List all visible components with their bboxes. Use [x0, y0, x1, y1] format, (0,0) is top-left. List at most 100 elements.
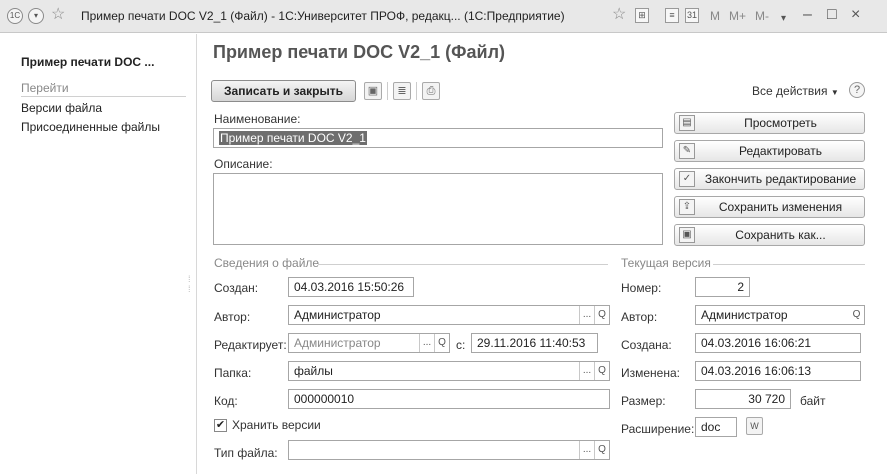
maximize-icon[interactable]: □ — [827, 5, 837, 25]
print-icon[interactable]: ⎙ — [422, 82, 440, 100]
current-version-section-line — [713, 264, 865, 265]
memory-plus-button[interactable]: M+ — [729, 9, 746, 23]
code-label: Код: — [214, 394, 238, 408]
save-changes-button[interactable]: ⇪ Сохранить изменения — [674, 196, 865, 218]
editing-field[interactable]: Администратор ... Q — [288, 333, 450, 353]
description-field[interactable] — [213, 173, 663, 245]
sidebar-goto-heading: Перейти — [21, 81, 69, 95]
toolbar-separator — [416, 82, 417, 100]
file-info-section-title: Сведения о файле — [214, 256, 320, 270]
all-actions-menu[interactable]: Все действия ▼ — [752, 84, 839, 98]
sidebar-item-file-versions[interactable]: Версии файла — [21, 101, 102, 115]
sidebar-item-attached-files[interactable]: Присоединенные файлы — [21, 120, 160, 134]
view-button[interactable]: ▤ Просмотреть — [674, 112, 865, 134]
window-title: Пример печати DOC V2_1 (Файл) - 1С:Униве… — [81, 9, 565, 23]
save-icon[interactable]: ▣ — [364, 82, 382, 100]
search-icon[interactable]: Q — [594, 441, 609, 459]
save-changes-label: Сохранить изменения — [718, 200, 843, 214]
calculator-icon[interactable]: ≡ — [665, 8, 679, 23]
sidebar-title: Пример печати DOC ... — [21, 55, 155, 69]
created-field[interactable]: 04.03.2016 15:50:26 — [288, 277, 414, 297]
version-created-field[interactable]: 04.03.2016 16:06:21 — [695, 333, 861, 353]
finish-editing-button[interactable]: ✓ Закончить редактирование — [674, 168, 865, 190]
version-created-label: Создана: — [621, 338, 672, 352]
version-author-field[interactable]: Администратор Q — [695, 305, 865, 325]
search-icon[interactable]: Q — [594, 362, 609, 380]
version-created-value: 04.03.2016 16:06:21 — [701, 336, 812, 350]
finish-edit-icon: ✓ — [679, 171, 695, 187]
code-value: 000000010 — [294, 392, 355, 406]
save-changes-icon: ⇪ — [679, 199, 695, 215]
size-label: Размер: — [621, 394, 666, 408]
save-as-icon: ▣ — [679, 227, 695, 243]
version-changed-value: 04.03.2016 16:06:13 — [701, 364, 812, 378]
size-unit: байт — [800, 394, 826, 408]
sidebar-divider — [21, 96, 186, 97]
version-author-value: Администратор — [701, 308, 788, 322]
extension-label: Расширение: — [621, 422, 695, 436]
minimize-icon[interactable]: – — [803, 5, 812, 25]
save-as-button[interactable]: ▣ Сохранить как... — [674, 224, 865, 246]
help-icon[interactable]: ? — [849, 82, 865, 98]
select-ellipsis-icon[interactable]: ... — [579, 362, 594, 380]
code-field[interactable]: 000000010 — [288, 389, 610, 409]
view-file-icon: ▤ — [679, 115, 695, 131]
current-version-section-title: Текущая версия — [621, 256, 711, 270]
search-icon[interactable]: Q — [849, 306, 864, 324]
calendar-icon[interactable]: 31 — [685, 8, 699, 23]
extension-field[interactable]: doc — [695, 417, 737, 437]
memory-minus-button[interactable]: M- — [755, 9, 769, 23]
document-icon[interactable]: ≣ — [393, 82, 411, 100]
edit-button-label: Редактировать — [739, 144, 822, 158]
keep-versions-checkbox[interactable]: ✔ — [214, 419, 227, 432]
name-value: Пример печати DOC V2_1 — [219, 131, 367, 145]
select-ellipsis-icon[interactable]: ... — [579, 306, 594, 324]
chevron-down-icon[interactable]: ▾ — [781, 9, 786, 29]
editing-label: Редактирует: — [214, 338, 287, 352]
window-menu-icon[interactable]: ▾ — [28, 8, 44, 24]
view-button-label: Просмотреть — [744, 116, 817, 130]
version-changed-field[interactable]: 04.03.2016 16:06:13 — [695, 361, 861, 381]
version-changed-label: Изменена: — [621, 366, 680, 380]
sidebar-resize-handle[interactable]: ⁞ ⁞ — [188, 274, 191, 294]
version-author-label: Автор: — [621, 310, 658, 324]
folder-label: Папка: — [214, 366, 252, 380]
save-as-label: Сохранить как... — [735, 228, 826, 242]
folder-field[interactable]: файлы ... Q — [288, 361, 610, 381]
name-field[interactable]: Пример печати DOC V2_1 — [213, 128, 663, 148]
since-value: 29.11.2016 11:40:53 — [477, 336, 586, 350]
size-field[interactable]: 30 720 — [695, 389, 791, 409]
save-and-close-button[interactable]: Записать и закрыть — [211, 80, 356, 102]
close-icon[interactable]: × — [851, 5, 860, 25]
toolbar-separator — [387, 82, 388, 100]
since-label: с: — [456, 338, 466, 352]
extension-value: doc — [701, 420, 721, 434]
since-field[interactable]: 29.11.2016 11:40:53 — [471, 333, 598, 353]
select-ellipsis-icon[interactable]: ... — [579, 441, 594, 459]
sidebar: Пример печати DOC ... Перейти Версии фай… — [0, 34, 197, 474]
description-label: Описание: — [214, 157, 273, 171]
author-field[interactable]: Администратор ... Q — [288, 305, 610, 325]
search-icon[interactable]: Q — [594, 306, 609, 324]
name-label: Наименование: — [214, 112, 301, 126]
add-favorite-icon[interactable]: ☆ — [612, 5, 626, 25]
edit-file-icon: ✎ — [679, 143, 695, 159]
editing-value: Администратор — [294, 336, 381, 350]
title-bar: 1С ▾ ☆ Пример печати DOC V2_1 (Файл) - 1… — [0, 0, 887, 33]
word-document-icon: W — [746, 417, 763, 435]
file-type-field[interactable]: ... Q — [288, 440, 610, 460]
folder-value: файлы — [294, 364, 333, 378]
links-icon[interactable]: ⊞ — [635, 8, 649, 23]
version-number-field[interactable]: 2 — [695, 277, 750, 297]
finish-editing-label: Закончить редактирование — [704, 172, 857, 186]
memory-m-button[interactable]: M — [710, 9, 720, 23]
app-logo-icon[interactable]: 1С — [7, 8, 23, 24]
version-number-label: Номер: — [621, 281, 662, 295]
keep-versions-label[interactable]: Хранить версии — [232, 418, 321, 432]
select-ellipsis-icon[interactable]: ... — [419, 334, 434, 352]
search-icon[interactable]: Q — [434, 334, 449, 352]
edit-button[interactable]: ✎ Редактировать — [674, 140, 865, 162]
favorite-star-icon[interactable]: ☆ — [51, 5, 65, 25]
all-actions-label: Все действия — [752, 84, 828, 98]
page-title: Пример печати DOC V2_1 (Файл) — [213, 42, 505, 62]
